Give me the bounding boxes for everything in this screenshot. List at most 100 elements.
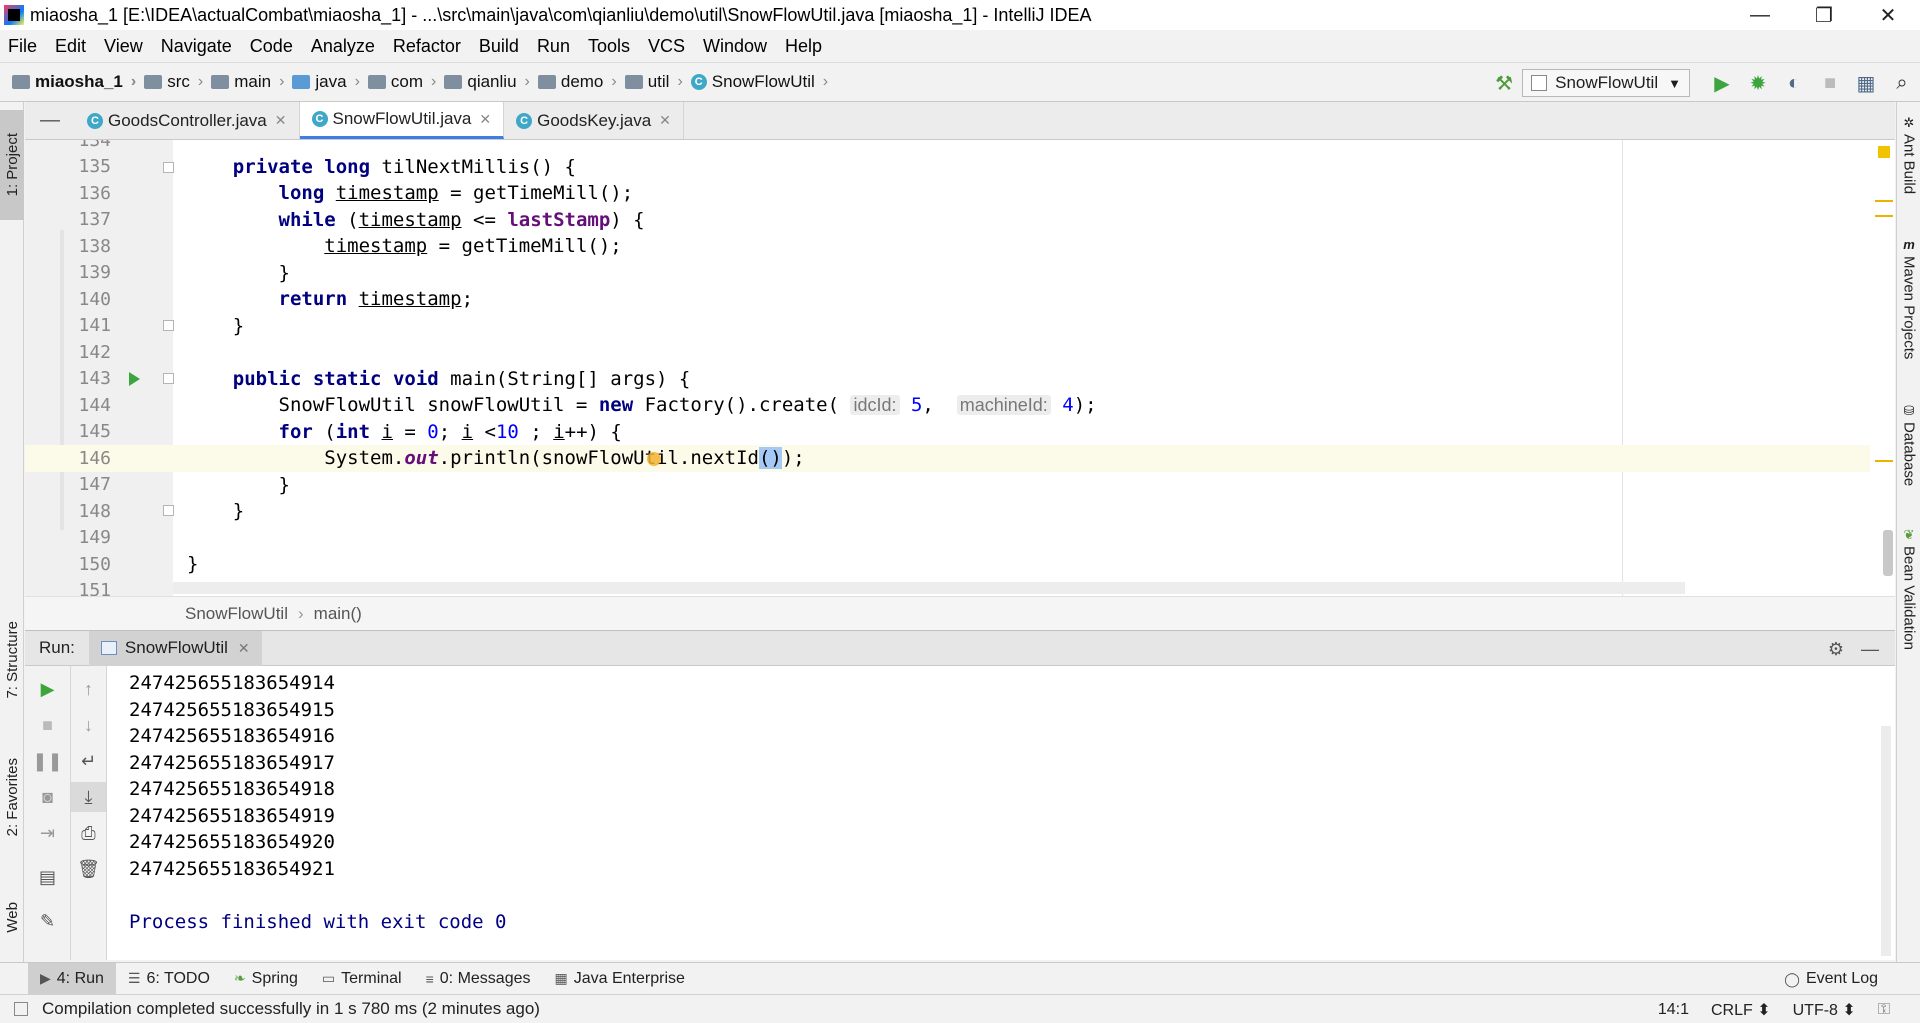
menu-refactor[interactable]: Refactor [393, 36, 461, 57]
fold-marker[interactable] [163, 373, 174, 384]
breadcrumb-com[interactable]: com › [367, 72, 436, 92]
debug-icon[interactable]: ✹ [1740, 68, 1776, 98]
error-stripe[interactable] [1873, 140, 1895, 596]
code-line: 136 long timestamp = getTimeMill(); [78, 182, 634, 205]
list-icon: ☰ [127, 970, 141, 986]
editor-scrollbar-thumb[interactable] [1883, 530, 1893, 576]
breadcrumb-util[interactable]: util › [624, 72, 683, 92]
editor-crumb-method[interactable]: main() [314, 604, 362, 624]
tool-tab-database[interactable]: ⛁ Database [1897, 404, 1920, 487]
tool-tab-project[interactable]: 1: Project [0, 110, 24, 220]
menu-vcs[interactable]: VCS [648, 36, 685, 57]
package-icon [624, 75, 643, 89]
run-tab-snowflowutil[interactable]: SnowFlowUtil ✕ [88, 630, 262, 666]
camera-icon[interactable]: ◙ [25, 782, 70, 812]
fold-marker[interactable] [163, 505, 174, 516]
minimize-button[interactable]: — [1728, 0, 1792, 30]
runnable-class-icon: C [311, 111, 328, 127]
tool-tab-ant-build[interactable]: ✲ Ant Build [1897, 116, 1920, 195]
close-tab-icon[interactable]: ✕ [479, 111, 491, 128]
menu-analyze[interactable]: Analyze [311, 36, 375, 57]
tab-goodscontroller[interactable]: C GoodsController.java ✕ [75, 102, 300, 139]
console-output[interactable]: 247425655183654914 247425655183654915 24… [107, 666, 1895, 960]
arrow-up-icon[interactable]: ↑ [71, 674, 106, 704]
code-line: 139 } [78, 261, 290, 284]
search-icon[interactable]: ⌕ [1884, 68, 1920, 98]
build-hammer-icon[interactable]: ⚒ [1486, 68, 1522, 98]
tool-tab-maven-projects[interactable]: m Maven Projects [1897, 238, 1920, 360]
run-with-coverage-icon[interactable]: ◐ [1776, 68, 1812, 98]
editor-crumb-class[interactable]: SnowFlowUtil [185, 604, 288, 624]
intention-bulb-icon[interactable] [647, 452, 661, 466]
tool-tab-bean-validation[interactable]: ❦ Bean Validation [1897, 528, 1920, 650]
close-tab-icon[interactable]: ✕ [659, 112, 671, 129]
breadcrumb-snowflowutil[interactable]: C SnowFlowUtil › [690, 72, 828, 92]
lock-icon[interactable]: ⚿ [1878, 1001, 1890, 1019]
breadcrumb-project[interactable]: miaosha_1 › [12, 72, 136, 92]
hide-icon[interactable]: — [25, 102, 75, 139]
code-editor[interactable]: 134 135 private long tilNextMillis() { 1… [25, 140, 1895, 596]
run-toolbar-primary: ▶ ■ ❚❚ ◙ ⇥ ▤ ✎ [25, 666, 71, 960]
tool-window-terminal[interactable]: ▭ Terminal [310, 963, 414, 995]
menu-help[interactable]: Help [785, 36, 822, 57]
tool-tab-structure[interactable]: 7: Structure [0, 610, 24, 710]
layout-icon[interactable]: ▤ [25, 862, 70, 892]
trash-icon[interactable]: 🗑 [71, 854, 106, 884]
stop-icon[interactable]: ■ [25, 710, 70, 740]
menu-build[interactable]: Build [479, 36, 519, 57]
fold-marker[interactable] [163, 320, 174, 331]
toggle-tool-windows-icon[interactable] [14, 1002, 28, 1016]
console-scrollbar[interactable] [1881, 726, 1891, 956]
breadcrumb-demo[interactable]: demo › [537, 72, 617, 92]
pause-icon[interactable]: ❚❚ [25, 746, 70, 776]
tool-window-todo[interactable]: ☰ 6: TODO [116, 963, 222, 995]
soft-wrap-icon[interactable]: ↵ [71, 746, 106, 776]
breadcrumb-java[interactable]: java › [292, 72, 360, 92]
exit-icon[interactable]: ⇥ [25, 818, 70, 848]
caret-position[interactable]: 14:1 [1658, 1001, 1689, 1019]
breadcrumb-qianliu[interactable]: qianliu › [444, 72, 530, 92]
run-configuration-select[interactable]: SnowFlowUtil ▼ [1522, 69, 1690, 97]
hide-icon[interactable]: — [1853, 639, 1887, 660]
window-title: miaosha_1 [E:\IDEA\actualCombat\miaosha_… [30, 4, 1092, 25]
fold-marker[interactable] [163, 162, 174, 173]
stop-icon[interactable]: ■ [1812, 68, 1848, 98]
tool-tab-web[interactable]: Web [0, 882, 24, 952]
file-encoding[interactable]: UTF-8 ⬍ [1793, 1000, 1856, 1020]
tab-snowflowutil[interactable]: C SnowFlowUtil.java ✕ [299, 102, 505, 139]
tool-window-messages[interactable]: ≡ 0: Messages [414, 963, 543, 995]
menu-view[interactable]: View [104, 36, 143, 57]
tool-window-java-enterprise[interactable]: ▦ Java Enterprise [543, 963, 697, 995]
project-structure-icon[interactable]: ▦ [1848, 68, 1884, 98]
menu-file[interactable]: File [8, 36, 37, 57]
run-config-icon [1531, 75, 1548, 91]
scroll-to-end-icon[interactable]: ⤓ [71, 782, 106, 812]
menu-window[interactable]: Window [703, 36, 767, 57]
restore-button[interactable]: ❐ [1792, 0, 1856, 30]
run-main-gutter-icon[interactable] [129, 372, 140, 386]
editor-horizontal-scrollbar[interactable] [173, 582, 1685, 594]
rerun-icon[interactable]: ▶ [25, 674, 70, 704]
line-separator[interactable]: CRLF ⬍ [1711, 1000, 1771, 1020]
menu-navigate[interactable]: Navigate [161, 36, 232, 57]
class-icon: C [87, 112, 103, 129]
menu-run[interactable]: Run [537, 36, 570, 57]
menu-edit[interactable]: Edit [55, 36, 86, 57]
menu-tools[interactable]: Tools [588, 36, 630, 57]
tab-goodskey[interactable]: C GoodsKey.java ✕ [504, 102, 684, 139]
tool-window-event-log[interactable]: ◯ Event Log [1772, 963, 1890, 995]
run-icon[interactable]: ▶ [1704, 68, 1740, 98]
menu-code[interactable]: Code [250, 36, 293, 57]
tool-window-spring[interactable]: ❧ Spring [222, 963, 310, 995]
print-icon[interactable]: ⎙ [71, 818, 106, 848]
breadcrumb-main[interactable]: main › [211, 72, 284, 92]
close-tab-icon[interactable]: ✕ [275, 112, 287, 129]
tool-tab-favorites[interactable]: 2: Favorites [0, 742, 24, 852]
close-window-button[interactable]: ✕ [1856, 0, 1920, 30]
pin-icon[interactable]: ✎ [25, 906, 70, 936]
tool-window-run[interactable]: ▶ 4: Run [28, 962, 116, 995]
breadcrumb-src[interactable]: src › [144, 72, 203, 92]
close-tab-icon[interactable]: ✕ [238, 640, 250, 657]
arrow-down-icon[interactable]: ↓ [71, 710, 106, 740]
gear-icon[interactable]: ⚙ [1819, 639, 1853, 660]
